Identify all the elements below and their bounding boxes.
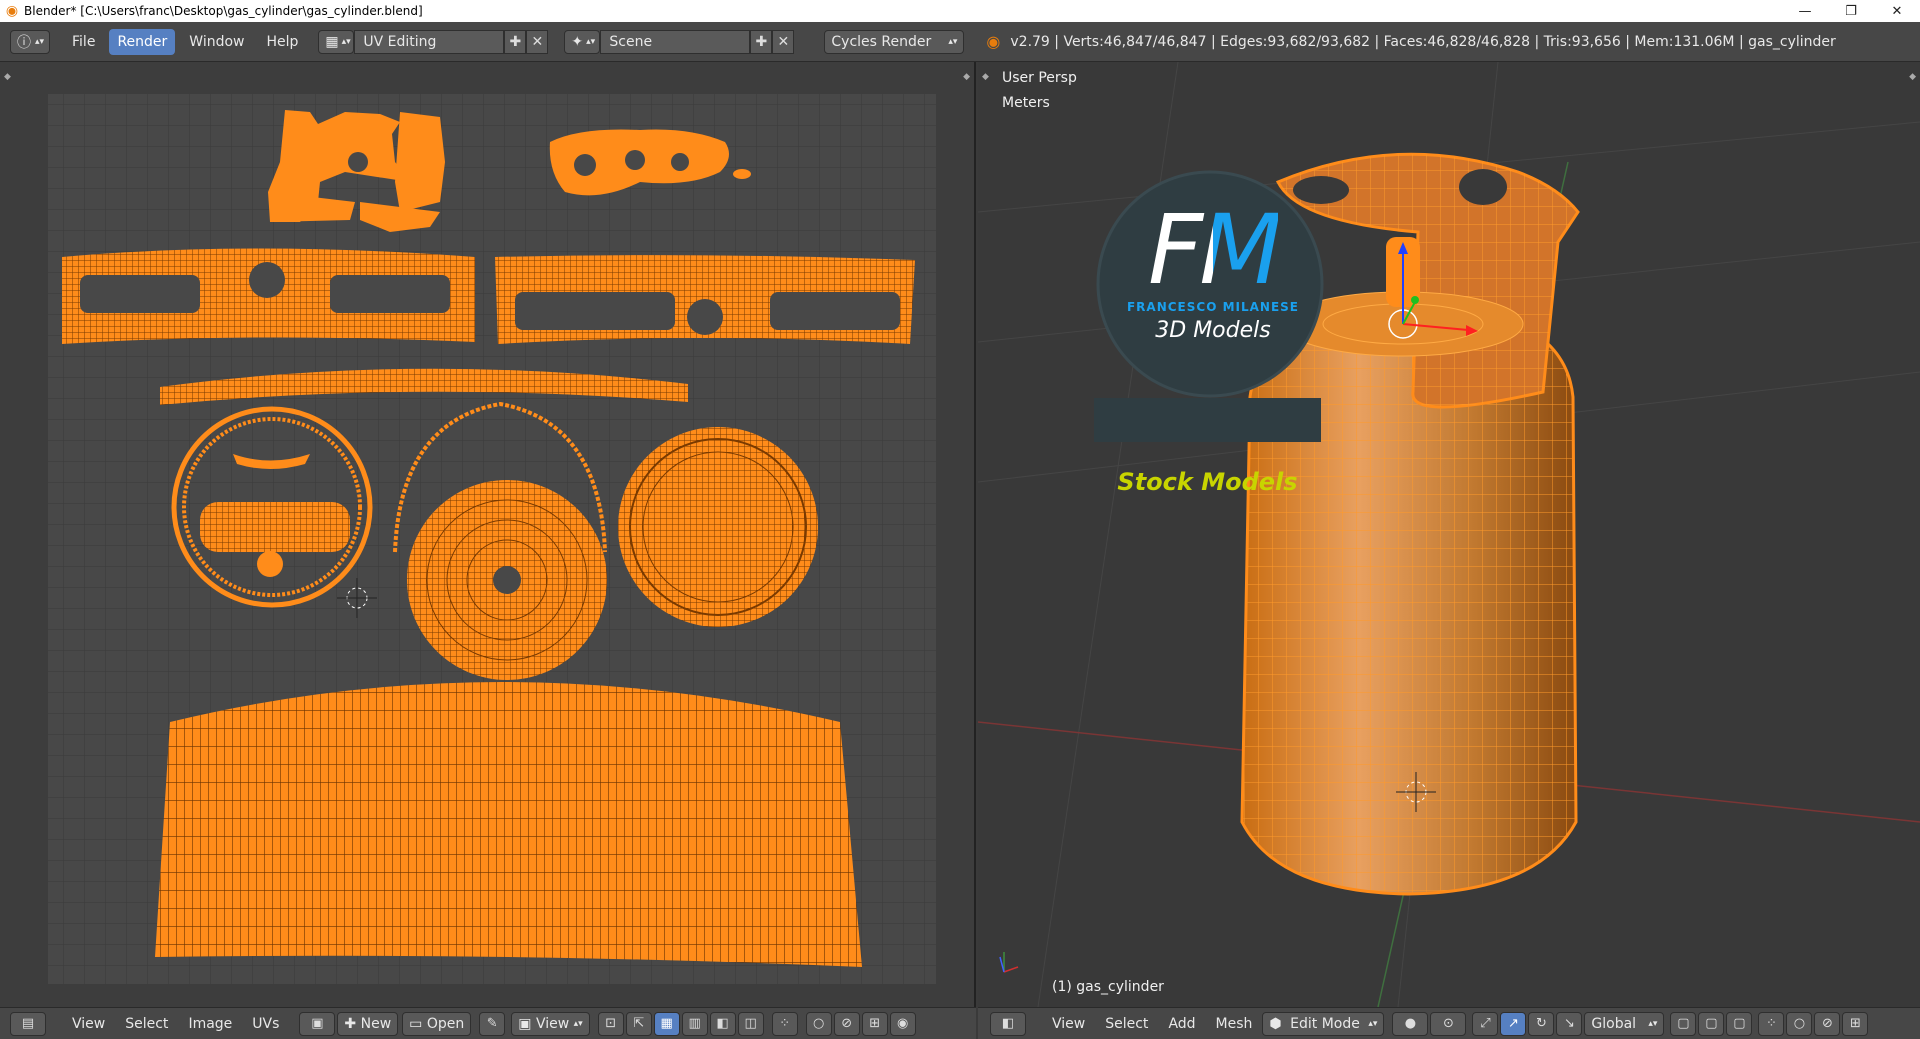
- open-label: Open: [426, 1015, 465, 1032]
- viewport-shading-icon[interactable]: ●: [1392, 1011, 1429, 1036]
- v3d-menu-view[interactable]: View: [1042, 1016, 1095, 1032]
- panel-expand-arrow-icon[interactable]: ◆: [1909, 72, 1916, 82]
- translate-manipulator-icon[interactable]: ↗: [1500, 1011, 1527, 1036]
- image-icon: ▣: [518, 1015, 532, 1032]
- proportional-edit-icon[interactable]: ○: [1786, 1011, 1813, 1036]
- scene-statistics: v2.79 | Verts:46,847/46,847 | Edges:93,6…: [1010, 33, 1836, 50]
- uv-island-handle-right: [495, 255, 915, 344]
- sticky-mode-icon[interactable]: ⁘: [771, 1011, 798, 1036]
- window-title: Blender* [C:\Users\franc\Desktop\gas_cyl…: [24, 4, 423, 18]
- 3d-viewport[interactable]: FM FRANCESCO MILANESE 3D Models Stock Mo…: [978, 62, 1920, 1007]
- layer-icon[interactable]: ▢: [1726, 1011, 1753, 1036]
- scene-field[interactable]: Scene: [600, 29, 751, 54]
- uv-menu-uvs[interactable]: UVs: [242, 1016, 289, 1032]
- uv-menu-select[interactable]: Select: [115, 1016, 178, 1032]
- orientation-dropdown[interactable]: Global ▴▾: [1584, 1011, 1665, 1036]
- render-engine-label: Cycles Render: [831, 33, 932, 50]
- restore-button[interactable]: ❐: [1828, 0, 1874, 22]
- watermark-banner: Stock Models: [1117, 468, 1298, 496]
- editor-type-uv-button[interactable]: ▤: [10, 1011, 46, 1036]
- vertex-select-icon[interactable]: ▦: [653, 1011, 680, 1036]
- uv-island-handle-left: [62, 248, 475, 344]
- snap-target-icon[interactable]: ⊞: [861, 1011, 888, 1036]
- island-select-icon[interactable]: ◫: [737, 1011, 764, 1036]
- editor-type-info-button[interactable]: ⓘ ▴▾: [10, 29, 50, 54]
- panel-expand-arrow-icon[interactable]: ◆: [982, 72, 989, 82]
- menu-render[interactable]: Render: [109, 28, 176, 55]
- layout-field[interactable]: UV Editing: [354, 29, 505, 54]
- layer-icon[interactable]: ▢: [1698, 1011, 1725, 1036]
- watermark-brand: FRANCESCO MILANESE: [1126, 300, 1300, 314]
- new-image-button[interactable]: ✚ New: [337, 1011, 399, 1036]
- minimize-button[interactable]: —: [1782, 0, 1828, 22]
- layout-grid-icon: ▦: [325, 33, 339, 50]
- proportional-edit-icon[interactable]: ○: [805, 1011, 832, 1036]
- rotate-manipulator-icon[interactable]: ↻: [1528, 1011, 1555, 1036]
- scale-manipulator-icon[interactable]: ↘: [1556, 1011, 1583, 1036]
- view-mode-dropdown[interactable]: ▣ View ▴▾: [511, 1011, 590, 1036]
- sync-selection-icon[interactable]: ⇱: [625, 1011, 652, 1036]
- watermark-subtitle: 3D Models: [1155, 318, 1271, 343]
- uv-image-editor[interactable]: ◆ ◆: [0, 62, 976, 1007]
- remove-scene-button[interactable]: ✕: [772, 29, 795, 54]
- view-mode-label: View: [535, 1015, 570, 1032]
- orientation-label: Global: [1591, 1015, 1637, 1032]
- layer-icon[interactable]: ▢: [1670, 1011, 1697, 1036]
- uv-editor-header: ▤ View Select Image UVs ▣ ✚ New ▭ Open ✎…: [0, 1007, 976, 1039]
- uv-island-body: [155, 682, 862, 967]
- uv-canvas[interactable]: [0, 62, 976, 1007]
- object-name-label: (1) gas_cylinder: [1052, 979, 1164, 995]
- uv-menu-image[interactable]: Image: [178, 1016, 242, 1032]
- menu-window[interactable]: Window: [181, 29, 252, 55]
- info-header: ⓘ ▴▾ File Render Window Help ▦ ▴▾ UV Editi…: [0, 22, 1920, 62]
- mode-dropdown[interactable]: ⬢ Edit Mode ▴▾: [1262, 1011, 1385, 1036]
- v3d-menu-add[interactable]: Add: [1158, 1016, 1205, 1032]
- remove-layout-button[interactable]: ✕: [526, 29, 549, 54]
- pivot-point-icon[interactable]: ⊙: [1430, 1011, 1467, 1036]
- face-select-icon[interactable]: ◧: [709, 1011, 736, 1036]
- close-button[interactable]: ✕: [1874, 0, 1920, 22]
- add-scene-button[interactable]: ✚: [750, 29, 773, 54]
- open-image-button[interactable]: ▭ Open: [402, 1011, 472, 1036]
- new-label: New: [360, 1015, 392, 1032]
- edit-mode-icon: ⬢: [1269, 1015, 1282, 1032]
- pin-icon[interactable]: ✎: [479, 1011, 506, 1036]
- v3d-menu-mesh[interactable]: Mesh: [1206, 1016, 1263, 1032]
- uv-menu-view[interactable]: View: [62, 1016, 115, 1032]
- view-name-label: User Persp: [1002, 70, 1077, 86]
- window-titlebar: ◉ Blender* [C:\Users\franc\Desktop\gas_c…: [0, 0, 1920, 22]
- watermark-logo-group: FM FRANCESCO MILANESE 3D Models: [1118, 202, 1308, 343]
- scene-icon: ✦: [571, 33, 584, 50]
- 3d-view-header: ◧ View Select Add Mesh ⬢ Edit Mode ▴▾ ● ⊙ …: [978, 1007, 1920, 1039]
- v3d-menu-select[interactable]: Select: [1095, 1016, 1158, 1032]
- layout-icon-button[interactable]: ▦ ▴▾: [318, 29, 355, 54]
- fm-logo-text: FM: [1118, 202, 1308, 298]
- fm-letters: FM: [1147, 194, 1282, 306]
- snap-icon[interactable]: ⊘: [833, 1011, 860, 1036]
- pivot-icon[interactable]: ⊡: [597, 1011, 624, 1036]
- info-icon: ⓘ: [17, 34, 31, 51]
- blender-logo-icon: ◉: [5, 3, 19, 19]
- folder-icon: ▭: [409, 1015, 423, 1032]
- scene-icon-button[interactable]: ✦ ▴▾: [564, 29, 601, 54]
- vertex-snap-icon[interactable]: ⁘: [1758, 1011, 1785, 1036]
- menu-file[interactable]: File: [64, 29, 103, 55]
- edge-select-icon[interactable]: ▥: [681, 1011, 708, 1036]
- units-label: Meters: [1002, 95, 1050, 111]
- render-preview-icon[interactable]: ◉: [889, 1011, 916, 1036]
- blender-logo-icon: ◉: [986, 32, 1001, 51]
- snap-target-icon[interactable]: ⊞: [1842, 1011, 1869, 1036]
- add-layout-button[interactable]: ✚: [504, 29, 527, 54]
- view-axis-widget-icon: [999, 952, 1019, 973]
- render-engine-dropdown[interactable]: Cycles Render ▴▾: [824, 29, 965, 54]
- snap-icon[interactable]: ⊘: [1814, 1011, 1841, 1036]
- image-browse-button[interactable]: ▣: [299, 1011, 336, 1036]
- manipulator-toggle-icon[interactable]: ⤢: [1472, 1011, 1499, 1036]
- menu-help[interactable]: Help: [258, 29, 306, 55]
- mode-label: Edit Mode: [1290, 1015, 1360, 1032]
- plus-icon: ✚: [344, 1015, 357, 1032]
- uv-island-circle-right: [618, 427, 818, 627]
- editor-type-3d-button[interactable]: ◧: [990, 1011, 1026, 1036]
